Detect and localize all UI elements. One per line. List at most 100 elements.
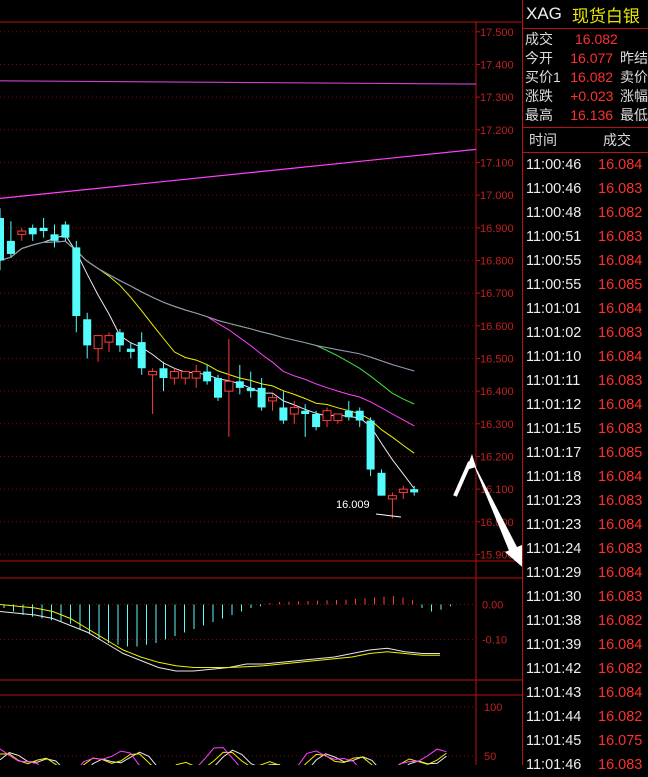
quote-row: 买价1 16.082 卖价	[525, 69, 648, 85]
tick-row: 11:01:18 16.084	[523, 465, 648, 489]
tick-time: 11:00:46	[526, 181, 582, 197]
axis-tick-label: 16.700	[480, 288, 514, 300]
tick-time: 11:01:39	[526, 637, 582, 653]
tick-time: 11:01:18	[526, 469, 582, 485]
candle-body	[246, 387, 255, 392]
candle-body	[148, 371, 158, 376]
tick-time: 11:00:55	[526, 253, 582, 269]
quote-panel: XAG 现货白银 成交 16.082 今开 16.077 昨结 买价1 16.0…	[522, 0, 648, 773]
tick-time: 11:01:01	[526, 301, 582, 317]
tick-price: 16.085	[598, 277, 643, 293]
candle-body	[268, 397, 277, 402]
tick-price: 16.082	[598, 661, 643, 677]
candle-body	[377, 472, 386, 496]
tick-time: 11:00:46	[526, 157, 582, 173]
tick-time: 11:01:15	[526, 421, 582, 437]
candle-body	[6, 240, 15, 254]
tick-time: 11:01:30	[526, 589, 582, 605]
tick-row: 11:01:23 16.084	[523, 513, 648, 537]
tick-time: 11:01:17	[526, 445, 582, 461]
tick-time: 11:01:23	[526, 517, 582, 533]
candle-body	[257, 387, 266, 408]
candle-body	[159, 368, 168, 379]
axis-tick-label: 16.200	[480, 451, 514, 463]
tick-row: 11:01:29 16.084	[523, 561, 648, 585]
tick-price: 16.083	[598, 421, 643, 437]
tick-row: 11:00:48 16.082	[523, 201, 648, 225]
candle-body	[279, 407, 288, 421]
tick-time: 11:01:44	[526, 709, 582, 725]
instrument-header: XAG 现货白银	[523, 0, 648, 29]
candle-body	[224, 380, 234, 392]
tick-row: 11:00:55 16.084	[523, 249, 648, 273]
tick-row: 11:01:01 16.084	[523, 297, 648, 321]
instrument-name: 现货白银	[571, 6, 640, 26]
tick-time: 11:00:48	[526, 205, 582, 221]
candle-body	[50, 234, 59, 241]
macd-axis-label: 0.00	[482, 600, 503, 612]
tick-price: 16.083	[598, 325, 643, 341]
tick-price: 16.085	[598, 445, 643, 461]
tick-row: 11:01:10 16.084	[523, 345, 648, 369]
ticks-header: 时间 成交	[523, 128, 648, 153]
low-price-label: 16.009	[336, 499, 370, 511]
tick-price: 16.084	[598, 517, 643, 533]
tick-price: 16.082	[598, 709, 643, 725]
tick-row: 11:01:39 16.084	[523, 633, 648, 657]
tick-price: 16.083	[598, 757, 643, 773]
axis-tick-label: 16.400	[480, 386, 514, 398]
candle-body	[333, 413, 343, 422]
tick-time: 11:01:38	[526, 613, 582, 629]
chart-area[interactable]: 17.500 17.400 17.300 17.200 17.100 17.000 16.9…	[0, 0, 522, 765]
tick-price: 16.082	[598, 613, 643, 629]
candle-body	[72, 247, 81, 316]
tick-price: 16.084	[598, 637, 643, 653]
candle-body	[39, 227, 48, 232]
tick-price: 16.083	[598, 181, 643, 197]
candle-body	[398, 488, 408, 493]
tick-time: 11:01:23	[526, 493, 582, 509]
axis-tick-label: 17.400	[480, 59, 514, 71]
kdj-axis-label: 50	[484, 751, 496, 763]
tick-row: 11:01:30 16.083	[523, 585, 648, 609]
candle-body	[312, 414, 321, 428]
tick-time: 11:01:11	[526, 373, 581, 389]
candle-body	[0, 218, 4, 261]
candle-body	[214, 378, 222, 398]
tick-list[interactable]: 11:00:46 16.084 11:00:46 16.083 11:00:48 16.0…	[523, 153, 648, 777]
tick-row: 11:01:38 16.082	[523, 609, 648, 633]
tick-time: 11:01:12	[526, 397, 582, 413]
tick-row: 11:01:02 16.083	[523, 321, 648, 345]
tick-time: 11:00:51	[526, 229, 582, 245]
axis-tick-label: 16.500	[480, 353, 514, 365]
tick-time: 11:01:24	[526, 541, 582, 557]
quote-row: 最高 16.136 最低	[525, 107, 648, 123]
tick-price: 16.084	[598, 253, 643, 269]
kdj-axis-label: 100	[484, 702, 502, 714]
tick-row: 11:01:42 16.082	[523, 657, 648, 681]
candle-body	[137, 342, 146, 369]
candle-body	[203, 371, 212, 382]
axis-tick-label: 17.300	[480, 92, 514, 104]
quote-row: 成交 16.082	[525, 31, 618, 47]
tick-row: 11:01:43 16.084	[523, 681, 648, 705]
tick-price: 16.084	[598, 301, 643, 317]
tick-row: 11:01:46 16.083	[523, 753, 648, 777]
candle-body	[387, 495, 397, 500]
tick-time: 11:01:02	[526, 325, 582, 341]
candle-body	[322, 410, 332, 422]
candle-body	[289, 406, 299, 415]
axis-tick-label: 17.500	[480, 27, 514, 39]
candle-body	[28, 227, 37, 235]
candle-body	[126, 348, 135, 352]
tick-row: 11:00:55 16.085	[523, 273, 648, 297]
candle-body	[169, 371, 179, 379]
tick-price: 16.075	[598, 733, 643, 749]
candle-body	[235, 381, 244, 388]
tick-row: 11:01:11 16.083	[523, 369, 648, 393]
macd-axis-label: -0.10	[482, 635, 507, 647]
candle-body	[344, 410, 353, 418]
candle-body	[191, 371, 201, 379]
candle-body	[366, 420, 375, 470]
tick-price: 16.082	[598, 205, 643, 221]
